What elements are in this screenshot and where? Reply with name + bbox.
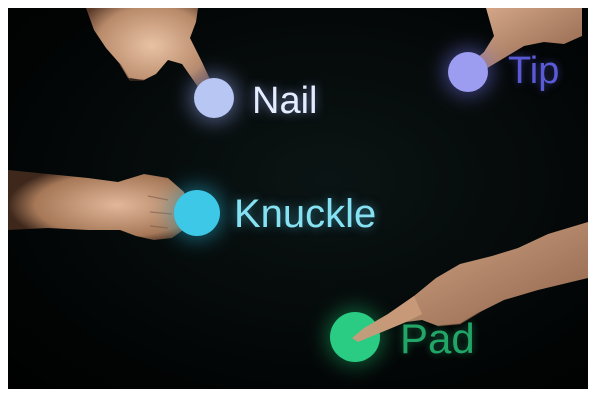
pad-finger-overlay	[352, 296, 422, 342]
photo-frame: Nail Tip Knuckle Pad	[8, 8, 588, 389]
